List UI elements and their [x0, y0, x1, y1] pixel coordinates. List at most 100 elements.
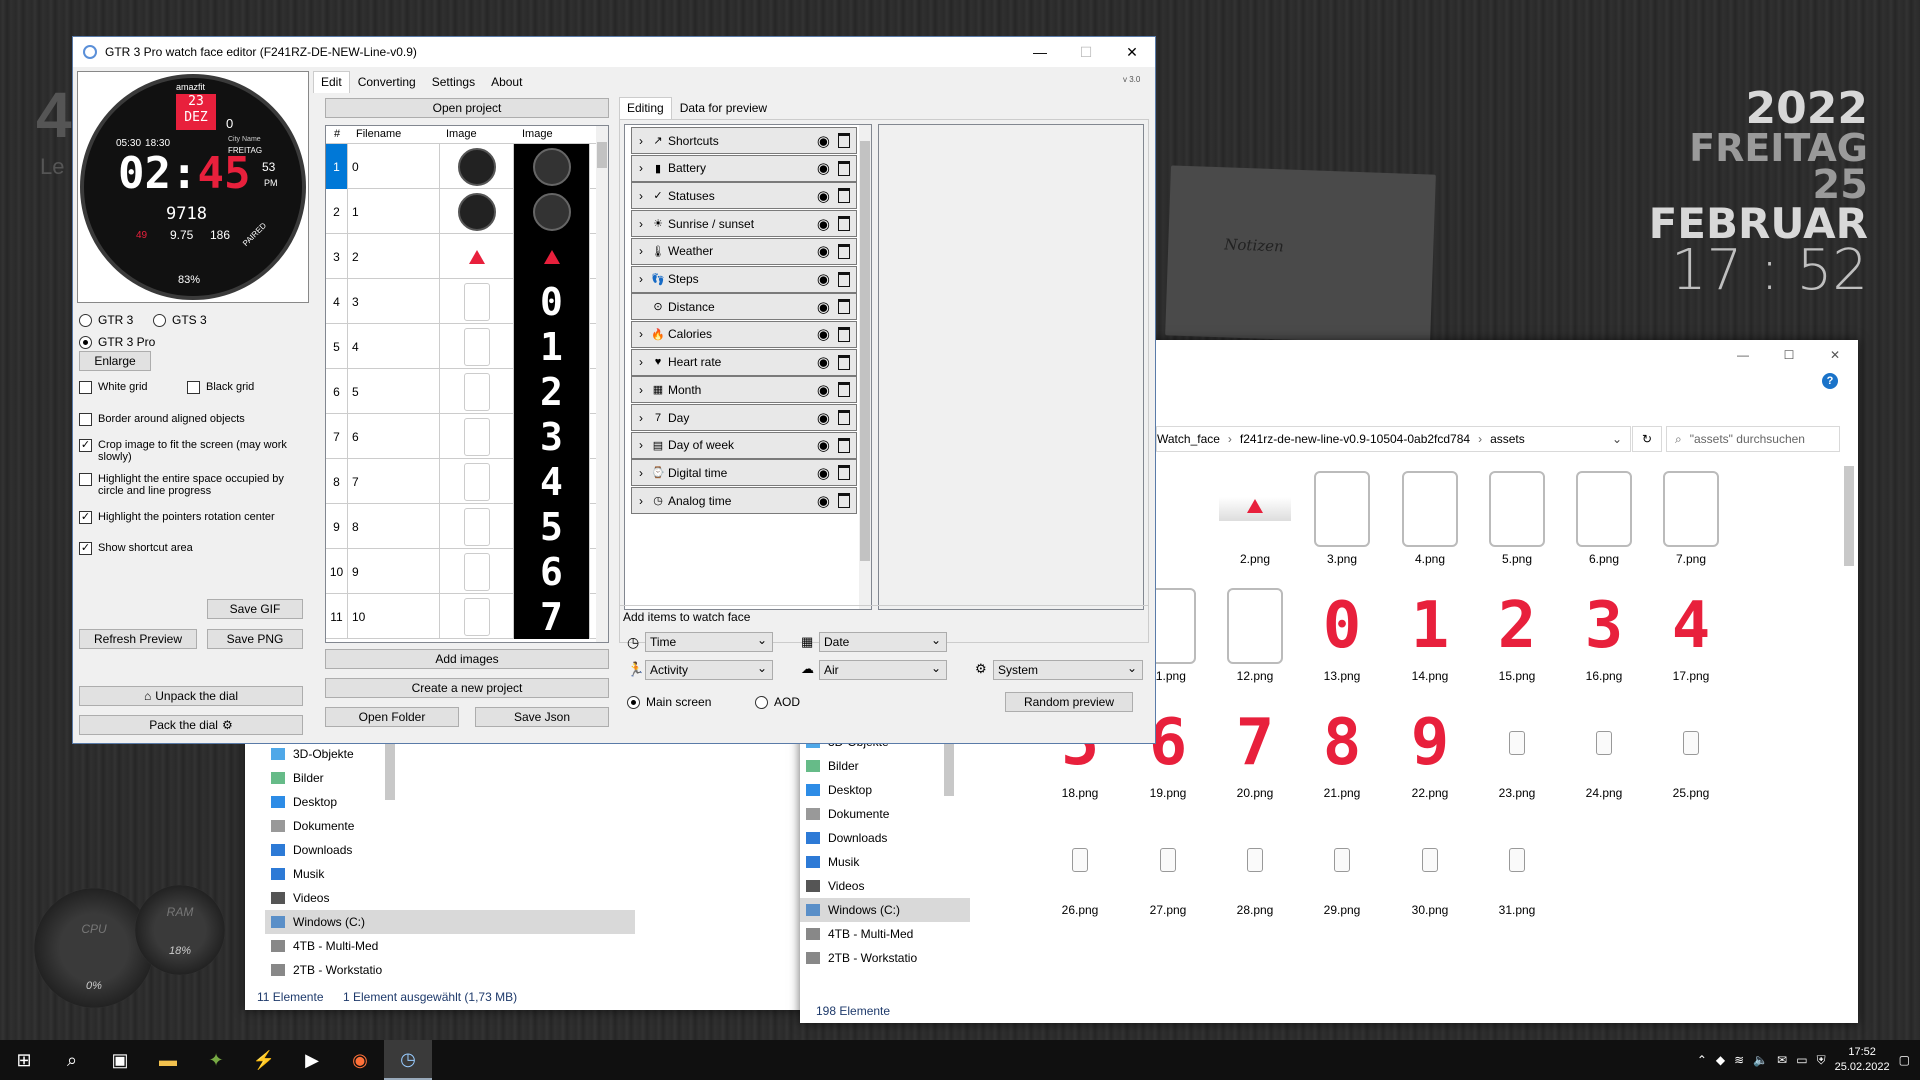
open-folder-button[interactable]: Open Folder	[325, 707, 459, 727]
checkbox-6[interactable]: ✓ Show shortcut area	[79, 542, 289, 555]
element-steps[interactable]: › 👣 Steps ◉	[631, 265, 857, 293]
table-row[interactable]: 98 5	[326, 504, 604, 549]
file-item[interactable]: 7.png	[1646, 466, 1736, 566]
search-icon[interactable]: ⌕	[48, 1040, 96, 1080]
scrollbar[interactable]	[859, 125, 871, 609]
eye-icon[interactable]: ◉	[817, 492, 830, 510]
refresh-icon[interactable]: ↻	[1632, 426, 1662, 452]
nav-item[interactable]: 4TB - Multi-Med	[265, 934, 635, 958]
trash-icon[interactable]	[838, 160, 850, 176]
eye-icon[interactable]: ◉	[817, 298, 830, 316]
minimize-icon[interactable]: —	[1017, 37, 1063, 67]
chevron-down-icon[interactable]: ⌄	[1612, 432, 1622, 446]
element-distance[interactable]: ⊙ Distance ◉	[631, 293, 857, 321]
watch-preview[interactable]: amazfit 23 DEZ 0 05:30 18:30 City Name FRE…	[77, 71, 309, 303]
device-gts3[interactable]: GTS 3	[153, 313, 207, 327]
checkbox-3[interactable]: ✓ Crop image to fit the screen (may work …	[79, 439, 289, 463]
file-item[interactable]: 23.png	[1472, 700, 1562, 800]
tab-about[interactable]: About	[483, 71, 530, 93]
app-icon[interactable]: ✦	[192, 1040, 240, 1080]
main-screen-option[interactable]: Main screen	[627, 695, 711, 709]
tab-edit[interactable]: Edit	[313, 71, 350, 93]
file-item[interactable]: 3 16.png	[1559, 583, 1649, 683]
watchface-editor-window[interactable]: GTR 3 Pro watch face editor (F241RZ-DE-N…	[72, 36, 1156, 744]
table-row[interactable]: 11 10 7	[326, 594, 604, 639]
trash-icon[interactable]	[838, 326, 850, 342]
task-view-icon[interactable]: ▣	[96, 1040, 144, 1080]
shield-icon[interactable]: ⛨	[1817, 1053, 1826, 1068]
eye-icon[interactable]: ◉	[817, 270, 830, 288]
file-item[interactable]: 7 20.png	[1210, 700, 1300, 800]
trash-icon[interactable]	[838, 410, 850, 425]
trash-icon[interactable]	[838, 188, 850, 204]
scrollbar[interactable]	[1844, 466, 1854, 566]
tab-settings[interactable]: Settings	[424, 71, 483, 93]
random-preview-button[interactable]: Random preview	[1005, 692, 1133, 712]
chevron-right-icon[interactable]: ›	[632, 327, 650, 341]
aod-option[interactable]: AOD	[755, 695, 800, 709]
save-gif-button[interactable]: Save GIF	[207, 599, 303, 619]
file-item[interactable]: 4 17.png	[1646, 583, 1736, 683]
device-gtr3pro[interactable]: GTR 3 Pro	[79, 335, 155, 349]
element-calories[interactable]: › 🔥 Calories ◉	[631, 320, 857, 348]
chevron-right-icon[interactable]: ›	[632, 244, 650, 258]
eye-icon[interactable]: ◉	[817, 187, 830, 205]
chevron-right-icon[interactable]: ›	[632, 494, 650, 508]
table-row[interactable]: 10 9 6	[326, 549, 604, 594]
chevron-right-icon[interactable]: ›	[632, 355, 650, 369]
eye-icon[interactable]: ◉	[817, 159, 830, 177]
file-item[interactable]: 24.png	[1559, 700, 1649, 800]
notepad-widget[interactable]: Notizen	[1165, 165, 1436, 345]
element-shortcuts[interactable]: › ↗ Shortcuts ◉	[631, 127, 857, 154]
chevron-right-icon[interactable]: ›	[632, 438, 650, 452]
nav-item[interactable]: Bilder	[265, 766, 635, 790]
lightning-app-icon[interactable]: ⚡	[240, 1040, 288, 1080]
notification-icon[interactable]: ▢	[1899, 1053, 1910, 1067]
checkbox-box[interactable]: ✓	[79, 439, 92, 452]
file-item[interactable]: 27.png	[1123, 817, 1213, 917]
file-item[interactable]: 29.png	[1297, 817, 1387, 917]
checkbox-box[interactable]	[187, 381, 200, 394]
tab-converting[interactable]: Converting	[350, 71, 424, 93]
device-gtr3[interactable]: GTR 3	[79, 313, 133, 327]
address-bar[interactable]: Watch_face › f241rz-de-new-line-v0.9-1050…	[1156, 426, 1631, 452]
sub-tabs[interactable]: Editing Data for preview	[619, 97, 775, 119]
chevron-right-icon[interactable]: ›	[632, 161, 650, 175]
radio-main-screen[interactable]	[627, 695, 640, 709]
trash-icon[interactable]	[838, 271, 850, 287]
unpack-dial-button[interactable]: ⌂ Unpack the dial	[79, 686, 303, 706]
activity-combo[interactable]: Activity	[645, 660, 773, 680]
file-item[interactable]: 28.png	[1210, 817, 1300, 917]
elements-list[interactable]: › ↗ Shortcuts ◉ › ▮ Battery ◉ › ✓ Statuses ◉ › ☀ Sunri…	[624, 124, 872, 610]
nav-item[interactable]: Downloads	[265, 838, 635, 862]
help-icon[interactable]: ?	[1822, 373, 1838, 389]
file-item[interactable]: 3.png	[1297, 466, 1387, 566]
file-item[interactable]: 2 15.png	[1472, 583, 1562, 683]
chevron-right-icon[interactable]: ›	[632, 272, 650, 286]
nav-item[interactable]: 2TB - Workstatio	[265, 958, 635, 982]
element-sunrise-sunset[interactable]: › ☀ Sunrise / sunset ◉	[631, 210, 857, 238]
mail-icon[interactable]: ✉	[1777, 1053, 1787, 1067]
checkbox-1[interactable]: Black grid	[187, 381, 307, 394]
nav-item[interactable]: Dokumente	[800, 802, 970, 826]
eye-icon[interactable]: ◉	[817, 353, 830, 371]
system-combo[interactable]: System	[993, 660, 1143, 680]
nav-item[interactable]: Downloads	[800, 826, 970, 850]
file-item[interactable]: 26.png	[1035, 817, 1125, 917]
dropbox-icon[interactable]: ◆	[1716, 1053, 1725, 1067]
add-images-button[interactable]: Add images	[325, 649, 609, 669]
eye-icon[interactable]: ◉	[817, 325, 830, 343]
display-icon[interactable]: ▭	[1796, 1053, 1807, 1067]
breadcrumb-2[interactable]: assets	[1490, 432, 1525, 446]
date-combo[interactable]: Date	[819, 632, 947, 652]
trash-icon[interactable]	[838, 243, 850, 259]
trash-icon[interactable]	[838, 437, 850, 453]
chevron-up-icon[interactable]: ⌃	[1697, 1053, 1707, 1067]
checkbox-box[interactable]	[79, 413, 92, 426]
file-item[interactable]: 4.png	[1385, 466, 1475, 566]
element-heart-rate[interactable]: › ♥ Heart rate ◉	[631, 348, 857, 376]
eye-icon[interactable]: ◉	[817, 381, 830, 399]
chevron-right-icon[interactable]: ›	[632, 383, 650, 397]
element-analog-time[interactable]: › ◷ Analog time ◉	[631, 487, 857, 515]
checkbox-4[interactable]: Highlight the entire space occupied by c…	[79, 473, 289, 497]
